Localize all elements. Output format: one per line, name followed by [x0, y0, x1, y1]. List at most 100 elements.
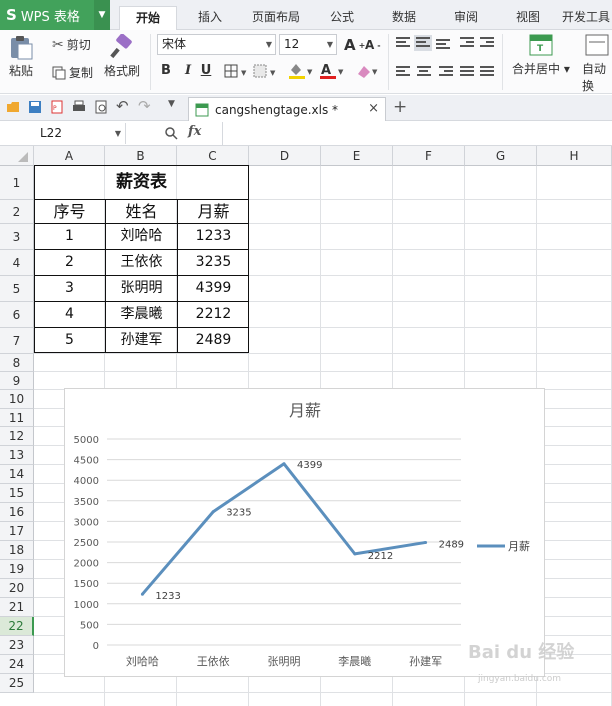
tab-page-layout[interactable]: 页面布局	[244, 6, 308, 30]
column-header-b[interactable]: B	[105, 146, 177, 166]
row-header-11[interactable]: 11	[0, 409, 34, 427]
table-cell-salary[interactable]: 4399	[178, 276, 249, 301]
close-icon[interactable]: ×	[368, 101, 379, 116]
header-cell-salary[interactable]: 月薪	[178, 200, 249, 224]
align-top-icon[interactable]	[396, 37, 410, 49]
justify-icon[interactable]	[460, 66, 474, 78]
tab-view[interactable]: 视图	[504, 6, 552, 30]
decrease-font-icon[interactable]: A-	[365, 38, 381, 52]
table-cell-index[interactable]: 4	[34, 302, 105, 327]
align-center-icon[interactable]	[417, 66, 431, 78]
document-tab[interactable]: cangshengtage.xls * ×	[188, 97, 386, 121]
column-header-d[interactable]: D	[249, 146, 321, 166]
tab-insert[interactable]: 插入	[186, 6, 234, 30]
row-header-1[interactable]: 1	[0, 166, 34, 200]
table-cell-name[interactable]: 刘哈哈	[106, 224, 177, 249]
border-icon[interactable]: ▼	[224, 64, 250, 78]
merge-center-button[interactable]: T 合并居中 ▾	[512, 34, 570, 77]
table-cell-salary[interactable]: 2489	[178, 328, 249, 353]
name-box[interactable]: L22 ▼	[0, 123, 126, 144]
table-cell-name[interactable]: 孙建军	[106, 328, 177, 353]
app-menu-button[interactable]: S WPS 表格 ▼	[0, 0, 110, 30]
select-all-corner[interactable]	[0, 146, 34, 166]
decrease-indent-icon[interactable]	[460, 37, 474, 49]
redo-icon[interactable]: ↷	[138, 97, 152, 115]
row-header-5[interactable]: 5	[0, 276, 34, 302]
italic-button[interactable]: I	[181, 63, 195, 78]
align-left-icon[interactable]	[396, 66, 410, 78]
table-title[interactable]: 薪资表	[34, 165, 249, 199]
row-header-13[interactable]: 13	[0, 446, 34, 465]
auto-wrap-button[interactable]: 自动换	[582, 34, 612, 94]
row-header-25[interactable]: 25	[0, 674, 34, 693]
row-header-17[interactable]: 17	[0, 522, 34, 541]
row-header-15[interactable]: 15	[0, 484, 34, 503]
copy-button[interactable]: 复制	[52, 64, 93, 81]
row-header-2[interactable]: 2	[0, 200, 34, 224]
font-name-select[interactable]: 宋体 ▼	[157, 34, 276, 55]
column-header-a[interactable]: A	[34, 146, 105, 166]
paste-button[interactable]: 粘贴	[8, 34, 34, 79]
row-header-21[interactable]: 21	[0, 598, 34, 617]
row-header-19[interactable]: 19	[0, 560, 34, 579]
row-header-23[interactable]: 23	[0, 636, 34, 655]
print-icon[interactable]	[72, 100, 86, 114]
table-cell-salary[interactable]: 1233	[178, 224, 249, 249]
row-header-3[interactable]: 3	[0, 224, 34, 250]
row-header-18[interactable]: 18	[0, 541, 34, 560]
insert-function-icon[interactable]: fx	[188, 124, 201, 139]
row-header-14[interactable]: 14	[0, 465, 34, 484]
column-header-h[interactable]: H	[537, 146, 612, 166]
table-cell-index[interactable]: 5	[34, 328, 105, 353]
row-header-6[interactable]: 6	[0, 302, 34, 328]
row-header-24[interactable]: 24	[0, 655, 34, 674]
table-cell-index[interactable]: 2	[34, 250, 105, 275]
save-icon[interactable]	[28, 100, 42, 114]
column-header-g[interactable]: G	[465, 146, 537, 166]
table-cell-salary[interactable]: 2212	[178, 302, 249, 327]
customize-toolbar-icon[interactable]: ▼	[168, 99, 182, 113]
chevron-down-icon[interactable]: ▼	[94, 0, 110, 30]
export-pdf-icon[interactable]: P	[50, 100, 64, 114]
header-cell-name[interactable]: 姓名	[106, 200, 177, 224]
row-header-22[interactable]: 22	[0, 617, 34, 636]
open-folder-icon[interactable]	[6, 100, 20, 114]
bold-button[interactable]: B	[159, 63, 173, 78]
font-color-icon[interactable]: A ▼	[318, 62, 346, 80]
tab-developer[interactable]: 开发工具	[562, 6, 612, 30]
row-header-10[interactable]: 10	[0, 390, 34, 409]
column-header-c[interactable]: C	[177, 146, 249, 166]
align-bottom-icon[interactable]	[436, 39, 450, 51]
table-cell-salary[interactable]: 3235	[178, 250, 249, 275]
fill-pattern-icon[interactable]: ▼	[253, 64, 279, 78]
print-preview-icon[interactable]	[94, 100, 108, 114]
tab-review[interactable]: 审阅	[442, 6, 490, 30]
row-header-9[interactable]: 9	[0, 372, 34, 390]
increase-indent-icon[interactable]	[480, 37, 494, 49]
table-cell-name[interactable]: 张明明	[106, 276, 177, 301]
distributed-align-icon[interactable]	[480, 66, 494, 78]
table-cell-index[interactable]: 3	[34, 276, 105, 301]
table-cell-name[interactable]: 王依依	[106, 250, 177, 275]
cut-button[interactable]: ✂ 剪切	[52, 36, 91, 53]
format-painter-button[interactable]: 格式刷	[104, 34, 140, 79]
table-cell-index[interactable]: 1	[34, 224, 105, 249]
row-header-16[interactable]: 16	[0, 503, 34, 522]
formula-input[interactable]	[222, 122, 612, 145]
row-header-12[interactable]: 12	[0, 427, 34, 446]
column-header-f[interactable]: F	[393, 146, 465, 166]
align-right-icon[interactable]	[439, 66, 453, 78]
clear-format-icon[interactable]: ▼	[354, 62, 380, 80]
header-cell-index[interactable]: 序号	[34, 200, 105, 224]
row-header-8[interactable]: 8	[0, 354, 34, 372]
increase-font-icon[interactable]: A +	[344, 36, 365, 54]
undo-icon[interactable]: ↶	[116, 97, 130, 115]
fill-color-icon[interactable]: ▼	[287, 62, 315, 80]
underline-button[interactable]: U	[199, 63, 213, 78]
zoom-icon[interactable]	[164, 126, 178, 140]
font-size-select[interactable]: 12 ▼	[279, 34, 337, 55]
add-tab-icon[interactable]: +	[393, 97, 407, 117]
row-header-7[interactable]: 7	[0, 328, 34, 354]
tab-formulas[interactable]: 公式	[318, 6, 366, 30]
row-header-4[interactable]: 4	[0, 250, 34, 276]
